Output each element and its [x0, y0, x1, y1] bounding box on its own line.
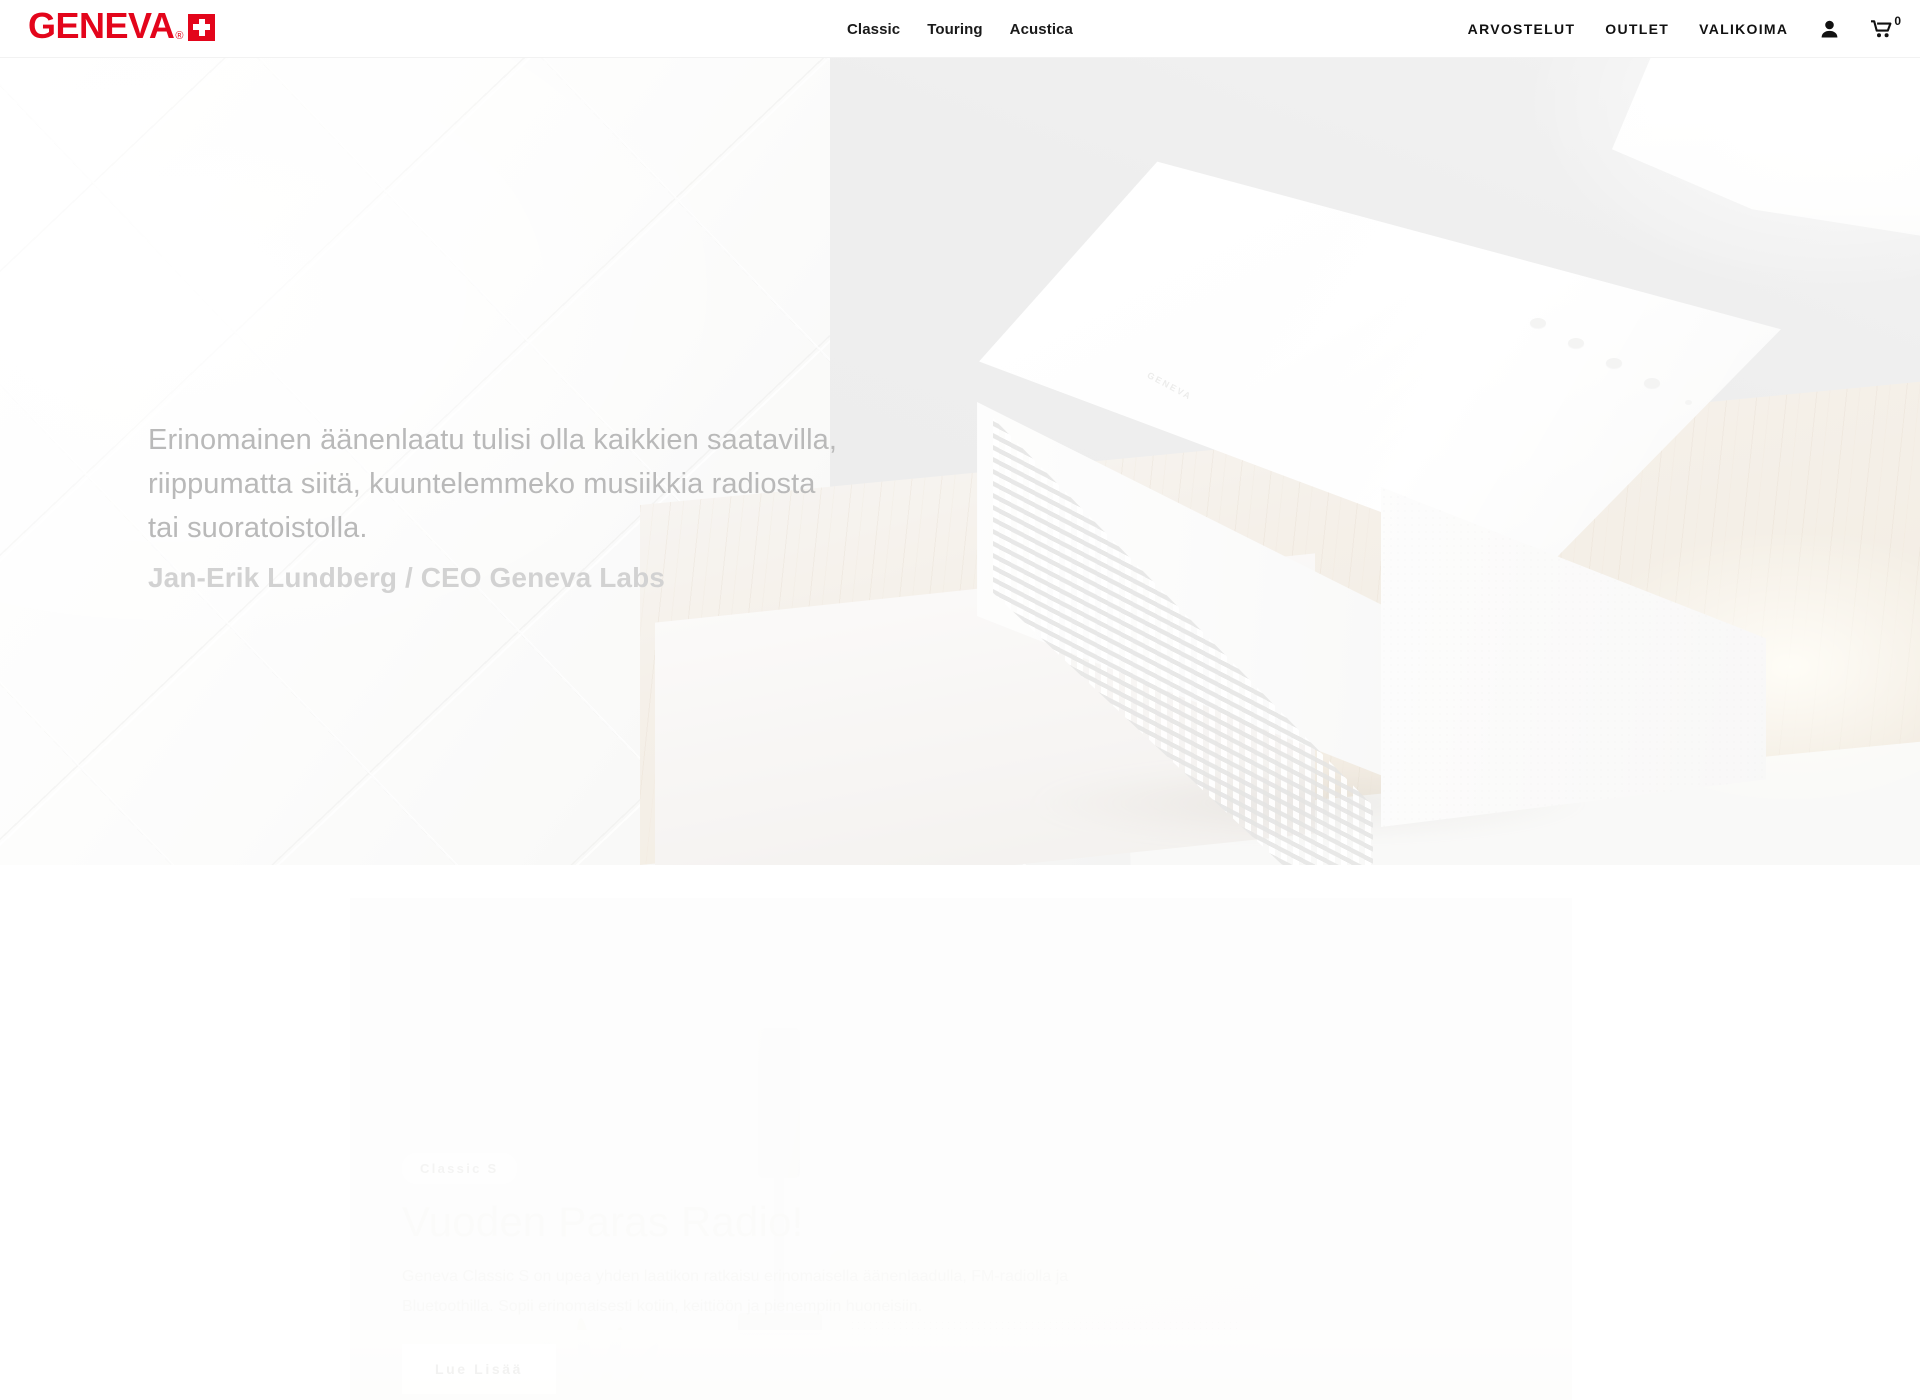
speaker-button-3 [1606, 358, 1622, 368]
registered-mark: ® [175, 30, 184, 42]
product-badge: Classic S [402, 1153, 517, 1184]
secondary-nav: ARVOSTELUT OUTLET VALIKOIMA 0 [1438, 0, 1901, 58]
hero-quote: Erinomainen äänenlaatu tulisi olla kaikk… [148, 424, 838, 544]
brand-logo[interactable]: GENEVA ® [28, 5, 216, 46]
read-more-button[interactable]: Lue Lisää [402, 1344, 556, 1395]
primary-nav: Classic Touring Acustica [847, 0, 1073, 58]
account-button[interactable] [1821, 20, 1838, 38]
nav-item-outlet[interactable]: OUTLET [1605, 21, 1669, 37]
hero-section: GENEVA Erinomainen äänenlaatu tulisi oll… [0, 58, 1920, 865]
speaker-indicator-led [1685, 400, 1692, 405]
geneva-speaker: GENEVA [975, 153, 1795, 833]
hero-author: Jan-Erik Lundberg / CEO Geneva Labs [148, 562, 665, 593]
promo-card-description: Geneva Classic S on upea yhden laatikon … [402, 1268, 1069, 1316]
speaker-button-2 [1568, 338, 1584, 348]
speaker-button-4 [1644, 378, 1660, 388]
cart-button[interactable]: 0 [1871, 14, 1901, 38]
brand-name: GENEVA [28, 5, 175, 46]
user-icon [1821, 20, 1838, 38]
cart-count-badge: 0 [1894, 14, 1901, 28]
swiss-cross-icon [188, 13, 216, 41]
nav-item-arvostelut[interactable]: ARVOSTELUT [1468, 21, 1576, 37]
promo-card[interactable]: Classic S Vuoden Paras Radio! Geneva Cla… [350, 898, 1572, 1400]
nav-item-valikoima[interactable]: VALIKOIMA [1699, 21, 1788, 37]
hero-copy: Erinomainen äänenlaatu tulisi olla kaikk… [148, 418, 848, 598]
shopping-cart-icon [1871, 20, 1892, 38]
promo-section: Classic S Vuoden Paras Radio! Geneva Cla… [0, 865, 1920, 1400]
site-header: GENEVA ® Classic Touring Acustica ARVOST… [0, 0, 1920, 58]
nav-item-acustica[interactable]: Acustica [1010, 21, 1073, 38]
nav-item-classic[interactable]: Classic [847, 21, 900, 38]
promo-card-title: Vuoden Paras Radio! [402, 1198, 804, 1245]
speaker-controls [1530, 318, 1740, 448]
promo-card-content: Classic S Vuoden Paras Radio! Geneva Cla… [402, 1153, 1202, 1395]
nav-item-touring[interactable]: Touring [927, 21, 982, 38]
speaker-button-1 [1530, 318, 1546, 328]
